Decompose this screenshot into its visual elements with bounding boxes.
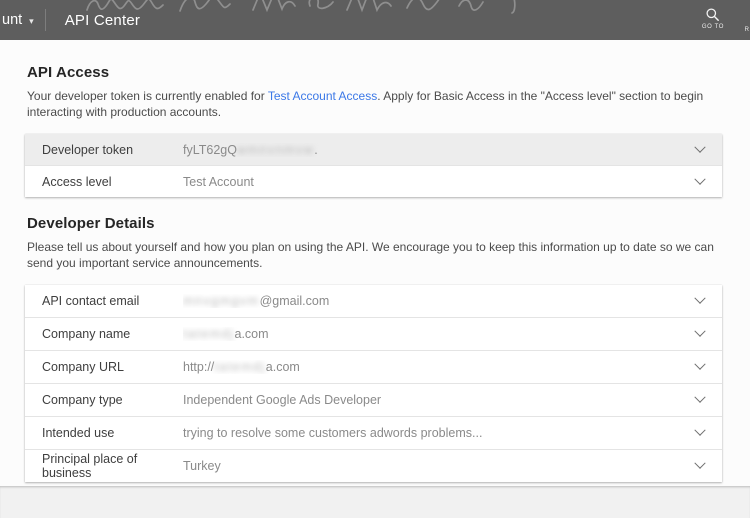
top-navigation-bar: unt ▾ API Center GO TO R <box>0 0 750 40</box>
chevron-down-icon[interactable] <box>694 424 706 436</box>
table-row[interactable]: Company name tatemdja.com <box>25 317 722 350</box>
search-icon <box>706 8 720 21</box>
api-access-description: Your developer token is currently enable… <box>27 88 723 120</box>
bottom-strip <box>0 486 750 518</box>
row-label: Company name <box>42 327 131 341</box>
table-row[interactable]: Intended use trying to resolve some custo… <box>25 416 722 449</box>
developer-details-section: Developer Details Please tell us about y… <box>25 215 723 482</box>
row-value: mnvgmgvm@gmail.com <box>183 294 330 308</box>
api-access-table: Developer token fyLT62gQwmnvnmvw. Access l… <box>25 134 722 197</box>
goto-label: GO TO <box>701 24 724 30</box>
table-row[interactable]: Principal place of business Turkey <box>25 449 722 482</box>
redacted-text: mnvgmgvm <box>183 294 260 308</box>
row-label: Company type <box>42 393 123 407</box>
developer-details-table: API contact email mnvgmgvm@gmail.com Compa… <box>25 285 722 482</box>
table-row[interactable]: Company URL http://tatemdja.com <box>25 350 722 383</box>
description-text-before: Your developer token is currently enable… <box>27 89 268 103</box>
account-menu-label: unt <box>2 12 23 28</box>
chevron-down-icon[interactable] <box>694 391 706 403</box>
api-center-page: unt ▾ API Center GO TO R API Access Your… <box>0 0 750 518</box>
header-divider <box>44 9 46 31</box>
developer-details-title: Developer Details <box>27 215 155 232</box>
api-access-title: API Access <box>27 64 110 81</box>
developer-details-description: Please tell us about yourself and how yo… <box>27 240 714 270</box>
clipped-nav-item[interactable]: R <box>745 27 749 33</box>
row-label: Principal place of business <box>42 452 138 480</box>
redacted-text: wmnvnmvw <box>236 142 315 157</box>
row-label: API contact email <box>42 294 140 308</box>
handwriting-scribble <box>86 0 516 14</box>
clipped-nav-label: R <box>744 27 749 33</box>
row-value: http://tatemdja.com <box>183 360 300 374</box>
chevron-down-icon[interactable] <box>694 173 706 185</box>
row-value: fyLT62gQwmnvnmvw. <box>183 142 318 157</box>
row-label: Intended use <box>42 426 115 440</box>
table-row[interactable]: Developer token fyLT62gQwmnvnmvw. <box>25 134 722 165</box>
table-row[interactable]: Access level Test Account <box>25 165 722 197</box>
row-value: Independent Google Ads Developer <box>183 393 382 407</box>
test-account-access-link[interactable]: Test Account Access <box>268 89 377 103</box>
row-label: Developer token <box>42 142 134 157</box>
chevron-down-icon[interactable] <box>694 358 706 370</box>
chevron-down-icon[interactable] <box>694 457 706 469</box>
row-value: Test Account <box>183 174 254 189</box>
chevron-down-icon[interactable] <box>694 325 706 337</box>
page-title: API Center <box>64 11 141 29</box>
chevron-down-icon[interactable] <box>694 141 706 153</box>
api-access-section: API Access Your developer token is curre… <box>25 64 723 197</box>
redacted-text: tatemdj <box>214 360 266 374</box>
row-value: Turkey <box>183 459 221 473</box>
row-value: trying to resolve some customers adwords… <box>183 426 483 440</box>
caret-down-icon: ▾ <box>29 15 34 26</box>
row-value: tatemdja.com <box>183 327 269 341</box>
redacted-text: tatemdj <box>183 327 235 341</box>
content-area: API Access Your developer token is curre… <box>0 40 750 482</box>
table-row[interactable]: Company type Independent Google Ads Devel… <box>25 383 722 416</box>
account-menu[interactable]: unt ▾ <box>0 12 34 28</box>
row-label: Company URL <box>42 360 124 374</box>
row-label: Access level <box>42 174 112 189</box>
table-row[interactable]: API contact email mnvgmgvm@gmail.com <box>25 285 722 317</box>
goto-search[interactable]: GO TO <box>702 7 724 30</box>
chevron-down-icon[interactable] <box>694 292 706 304</box>
